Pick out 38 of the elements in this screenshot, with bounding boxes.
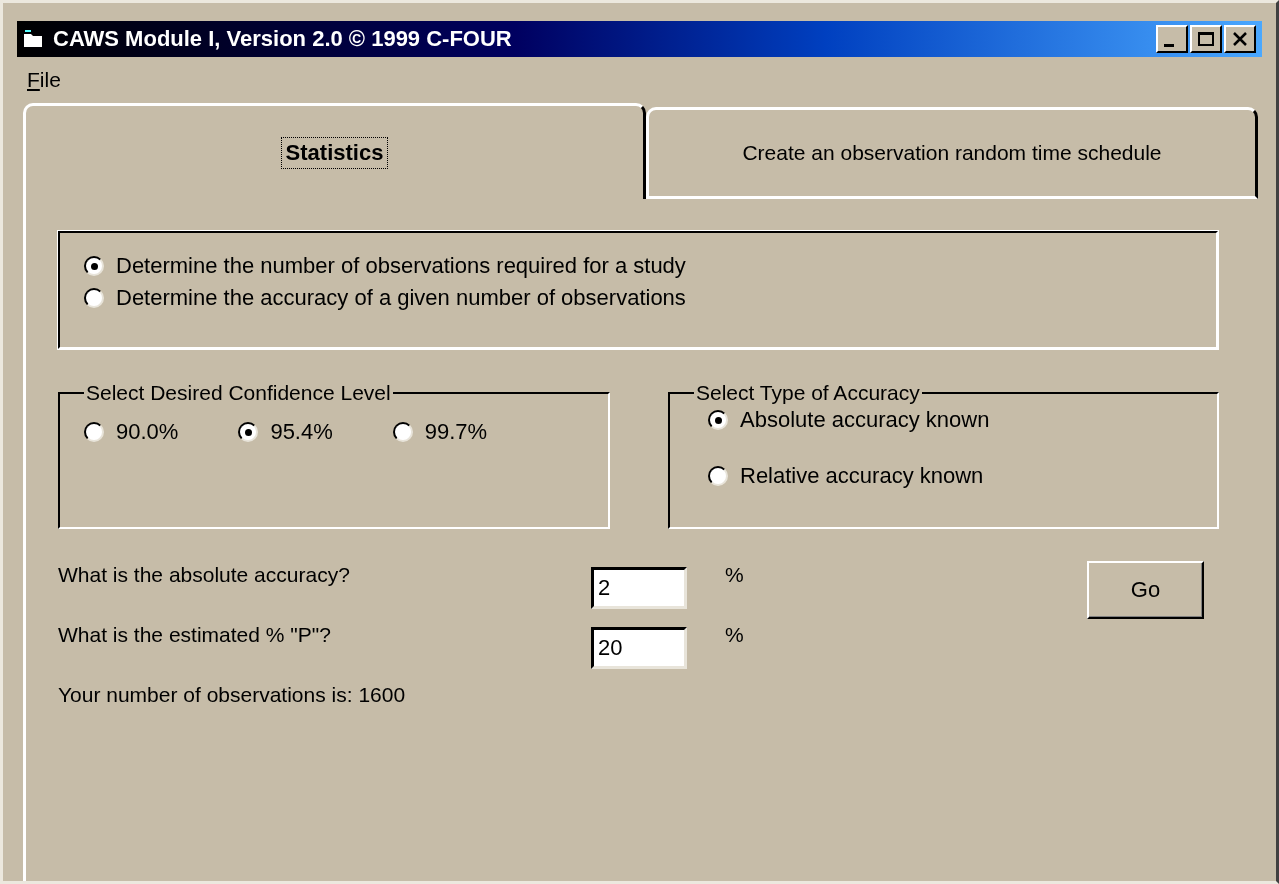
field-label: What is the estimated % "P"?	[58, 623, 332, 647]
go-button[interactable]: Go	[1087, 561, 1204, 619]
radio-button[interactable]	[84, 288, 104, 308]
input-field[interactable]: 2	[591, 567, 687, 609]
radio-label: 99.7%	[424, 419, 488, 445]
radio-option[interactable]: 90.0%	[84, 419, 179, 445]
unit-label: %	[725, 563, 744, 587]
close-icon	[1232, 32, 1248, 46]
radio-label: 90.0%	[116, 419, 179, 445]
radio-button[interactable]	[84, 256, 104, 276]
tab[interactable]: Create an observation random time schedule	[646, 107, 1258, 199]
field-label: What is the absolute accuracy?	[58, 563, 351, 587]
radio-option[interactable]: Determine the number of observations required for a study	[84, 253, 1192, 279]
unit-label: %	[725, 623, 744, 647]
radio-label: Determine the number of observations required for a study	[116, 253, 686, 279]
radio-button[interactable]	[708, 466, 728, 486]
radio-option[interactable]: Determine the accuracy of a given number of observations	[84, 285, 1192, 311]
radio-label: 95.4%	[270, 419, 333, 445]
radio-button[interactable]	[84, 422, 104, 442]
maximize-button[interactable]	[1190, 25, 1222, 53]
radio-button[interactable]	[708, 410, 728, 430]
radio-button[interactable]	[238, 422, 259, 442]
minimize-button[interactable]	[1156, 25, 1188, 53]
minimize-icon	[1164, 43, 1174, 47]
radio-option[interactable]: 99.7%	[392, 419, 488, 445]
radio-option[interactable]: 95.4%	[238, 419, 333, 445]
close-button[interactable]	[1224, 25, 1256, 53]
radio-label: Determine the accuracy of a given number of observations	[116, 285, 686, 311]
window-title: CAWS Module I, Version 2.0 © 1999 C-FOUR	[53, 26, 513, 52]
tab[interactable]: Statistics	[23, 103, 646, 199]
group-title: Select Desired Confidence Level	[85, 381, 392, 405]
maximize-icon	[1197, 31, 1215, 47]
input-field[interactable]: 20	[591, 627, 687, 669]
result-text: Your number of observations is: 1600	[58, 683, 407, 707]
radio-button[interactable]	[392, 422, 413, 442]
menu-item[interactable]: File	[27, 68, 61, 92]
group-title: Select Type of Accuracy	[695, 381, 921, 405]
folder-icon	[23, 30, 43, 48]
